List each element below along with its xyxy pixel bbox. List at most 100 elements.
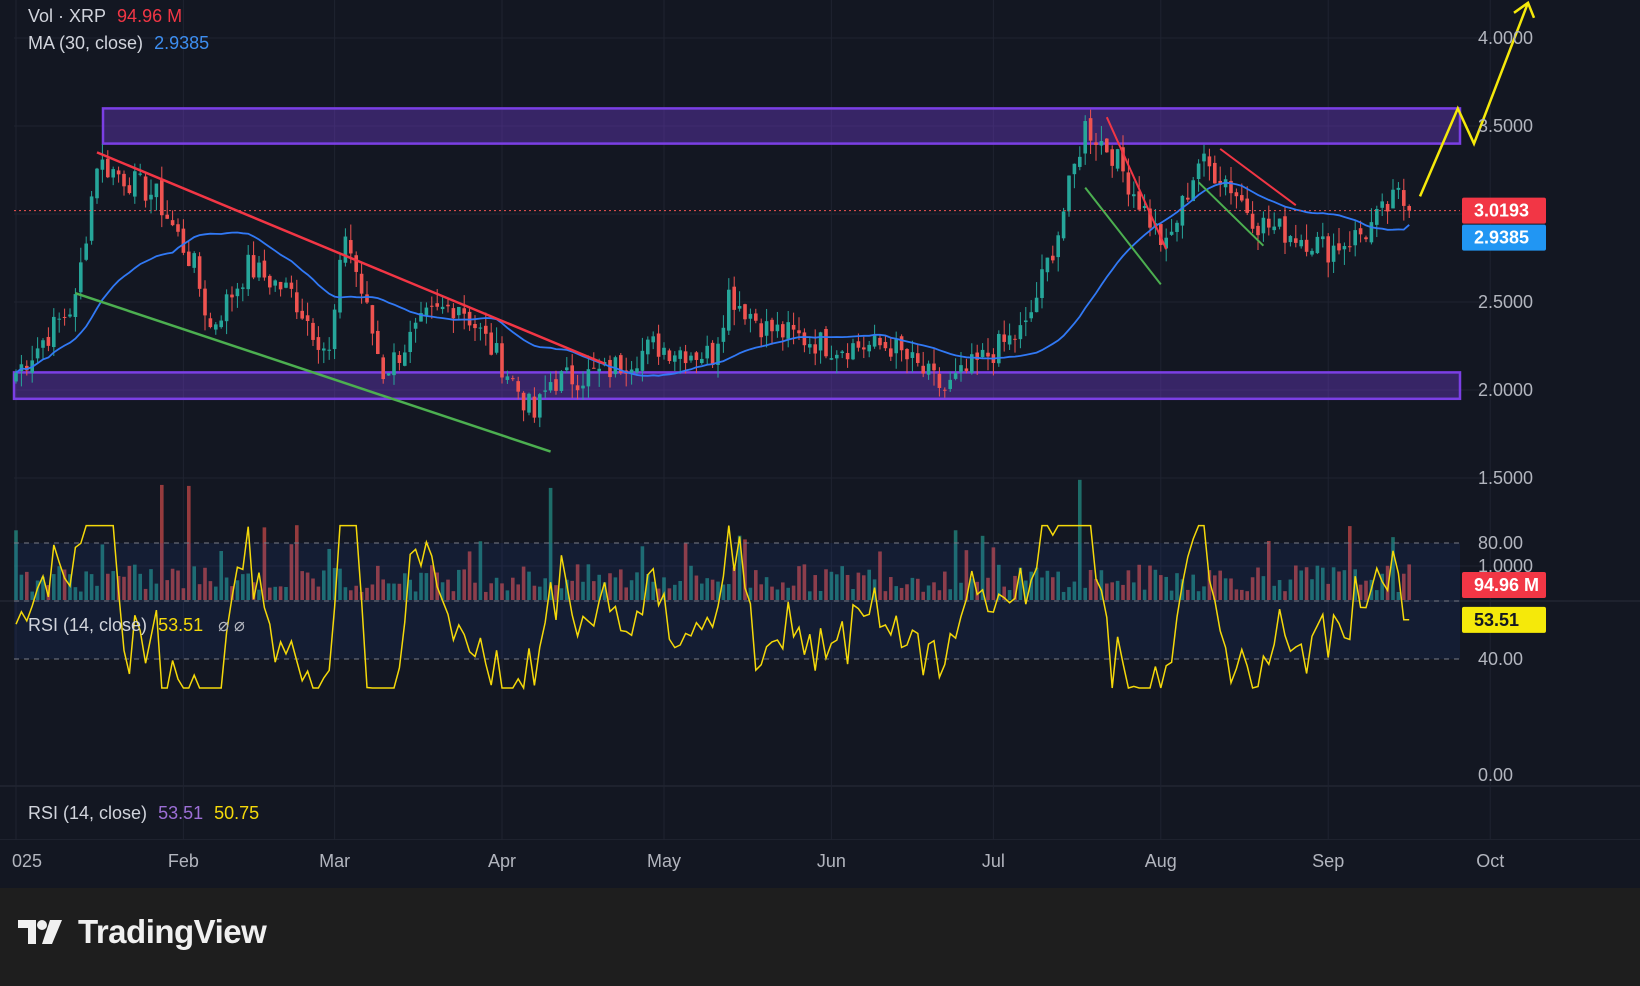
candle-body bbox=[570, 365, 574, 385]
candle-body bbox=[1186, 197, 1190, 200]
candle-body bbox=[133, 171, 137, 197]
candle-body bbox=[964, 368, 969, 372]
candle-body bbox=[1375, 208, 1379, 225]
candle-body bbox=[386, 373, 391, 376]
candle-body bbox=[727, 289, 731, 331]
candle-body bbox=[1396, 187, 1401, 190]
time-tick-label: Aug bbox=[1145, 851, 1177, 871]
candle-body bbox=[754, 313, 758, 321]
candle-body bbox=[1132, 194, 1136, 197]
candle-body bbox=[505, 376, 510, 380]
candle-body bbox=[678, 350, 682, 359]
time-tick-label: Jun bbox=[817, 851, 846, 871]
candle-body bbox=[926, 363, 931, 375]
candle-body bbox=[932, 363, 936, 371]
candle-body bbox=[980, 349, 985, 358]
candle-body bbox=[548, 382, 553, 391]
tradingview-logo[interactable]: TradingView bbox=[18, 912, 267, 952]
time-tick-label: Jul bbox=[982, 851, 1005, 871]
candle-body bbox=[278, 281, 283, 290]
candle-body bbox=[1277, 218, 1282, 227]
candle-body bbox=[899, 336, 904, 351]
candle-body bbox=[1402, 190, 1406, 206]
candle-body bbox=[835, 354, 839, 359]
rsi2-legend-value-a: 53.51 bbox=[158, 803, 204, 823]
candle-body bbox=[943, 389, 947, 391]
candle-body bbox=[554, 379, 558, 391]
rsi-legend-value: 53.51 bbox=[158, 615, 204, 635]
rsi2-legend-name: RSI (14, close) bbox=[28, 803, 148, 823]
candle-body bbox=[851, 343, 855, 360]
candle-body bbox=[52, 316, 56, 348]
candle-body bbox=[14, 372, 18, 382]
candle-body bbox=[1034, 297, 1039, 313]
candle-body bbox=[565, 367, 569, 371]
candle-body bbox=[1380, 201, 1384, 208]
candle-body bbox=[721, 327, 726, 342]
candle-body bbox=[532, 396, 537, 418]
candle-body bbox=[813, 344, 817, 354]
candle-body bbox=[165, 214, 169, 219]
candle-body bbox=[1364, 237, 1368, 240]
volume-legend: Vol · XRP 94.96 M bbox=[28, 6, 188, 27]
price-chart: 4.00003.50003.00002.50002.00001.50001.00… bbox=[0, 0, 1640, 888]
candle-body bbox=[1207, 156, 1212, 167]
candle-body bbox=[1088, 118, 1093, 141]
rsi-visibility-icon[interactable]: ⌀ ⌀ bbox=[218, 615, 245, 635]
candle-body bbox=[89, 196, 94, 241]
rsi-tick-label: 0.00 bbox=[1478, 765, 1513, 785]
candle-body bbox=[748, 313, 753, 319]
candle-body bbox=[1256, 225, 1260, 236]
candle-body bbox=[100, 159, 105, 170]
candle-body bbox=[1110, 149, 1114, 166]
candle-body bbox=[235, 288, 240, 297]
time-tick-label: May bbox=[647, 851, 681, 871]
candle-body bbox=[354, 255, 358, 272]
time-tick-label: 025 bbox=[12, 851, 42, 871]
candle-body bbox=[608, 359, 612, 378]
candle-body bbox=[683, 351, 688, 364]
candle-body bbox=[651, 336, 655, 343]
candle-body bbox=[759, 323, 763, 338]
candle-body bbox=[1331, 245, 1336, 262]
candle-body bbox=[1310, 250, 1314, 255]
candle-body bbox=[295, 292, 299, 313]
candle-body bbox=[527, 393, 531, 413]
candle-body bbox=[689, 355, 693, 361]
candle-body bbox=[1072, 163, 1077, 175]
candle-body bbox=[381, 357, 385, 380]
candle-body bbox=[1353, 230, 1357, 246]
candle-body bbox=[1126, 172, 1131, 195]
candle-body bbox=[359, 273, 364, 294]
candle-body bbox=[667, 350, 672, 362]
candle-body bbox=[1013, 338, 1017, 340]
candle-body bbox=[154, 183, 159, 198]
candle-body bbox=[700, 358, 704, 364]
candle-body bbox=[791, 324, 796, 330]
candle-body bbox=[743, 304, 747, 320]
candle-body bbox=[662, 347, 666, 355]
candle-body bbox=[845, 352, 850, 360]
time-tick-label: Apr bbox=[488, 851, 516, 871]
candle-body bbox=[538, 394, 542, 418]
candle-body bbox=[430, 305, 434, 307]
candle-body bbox=[35, 348, 40, 359]
candle-body bbox=[1175, 222, 1179, 232]
candle-body bbox=[1169, 231, 1174, 235]
candle-body bbox=[511, 378, 515, 380]
candle-body bbox=[953, 373, 958, 379]
candle-body bbox=[808, 344, 812, 348]
candle-body bbox=[1002, 334, 1006, 342]
candle-body bbox=[1018, 325, 1023, 340]
ma-legend: MA (30, close) 2.9385 bbox=[28, 33, 215, 54]
candle-body bbox=[84, 243, 88, 260]
candle-body bbox=[106, 158, 110, 178]
candle-body bbox=[889, 348, 893, 357]
candle-body bbox=[1213, 162, 1217, 184]
candle-body bbox=[867, 344, 871, 352]
candle-body bbox=[635, 368, 639, 373]
candle-body bbox=[986, 352, 990, 357]
candle-body bbox=[829, 358, 834, 360]
candle-body bbox=[349, 240, 353, 254]
candle-body bbox=[79, 262, 83, 293]
